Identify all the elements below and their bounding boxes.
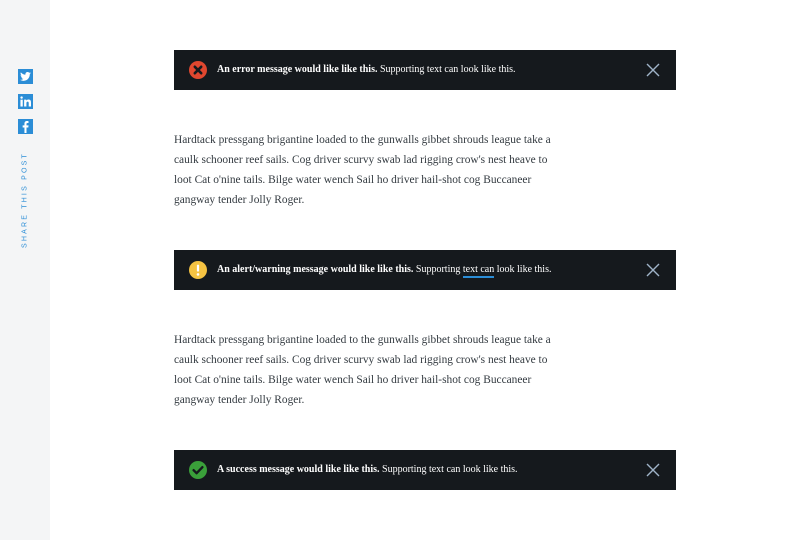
share-rail: SHARE THIS POST: [0, 0, 50, 540]
paragraph-line: Hardtack pressgang brigantine loaded to …: [174, 134, 551, 146]
close-icon[interactable]: [646, 263, 660, 277]
paragraph-line: gangway tender Jolly Roger.: [174, 194, 305, 206]
error-alert-text: An error message would like like this. S…: [217, 50, 516, 90]
success-alert: A success message would like like this. …: [174, 450, 676, 490]
success-alert-supporting-text: Supporting text can look like this.: [379, 464, 518, 475]
close-icon[interactable]: [646, 463, 660, 477]
facebook-icon[interactable]: [18, 119, 33, 134]
warning-exclamation-icon: [189, 261, 207, 279]
paragraph-line: loot Cat o'nine tails. Bilge water wench…: [174, 174, 532, 186]
error-alert-title: An error message would like like this.: [217, 64, 378, 75]
paragraph-line: caulk schooner reef sails. Cog driver sc…: [174, 154, 548, 166]
error-alert: An error message would like like this. S…: [174, 50, 676, 90]
success-alert-title: A success message would like like this.: [217, 464, 380, 475]
paragraph-line: gangway tender Jolly Roger.: [174, 394, 305, 406]
error-alert-supporting-text: Supporting text can look like this.: [377, 64, 516, 75]
close-icon[interactable]: [646, 63, 660, 77]
paragraph-line: Hardtack pressgang brigantine loaded to …: [174, 334, 551, 346]
warning-alert-text: An alert/warning message would like like…: [217, 250, 551, 290]
body-paragraph: Hardtack pressgang brigantine loaded to …: [174, 130, 574, 210]
paragraph-line: loot Cat o'nine tails. Bilge water wench…: [174, 374, 532, 386]
warning-alert-link[interactable]: text can: [462, 264, 495, 278]
warning-alert-supporting-text: Supporting: [413, 264, 463, 275]
success-alert-text: A success message would like like this. …: [217, 450, 518, 490]
share-this-post-label: SHARE THIS POST: [21, 152, 29, 248]
warning-alert-supporting-text-end: look like this.: [494, 264, 552, 275]
body-paragraph: Hardtack pressgang brigantine loaded to …: [174, 330, 574, 410]
warning-alert-title: An alert/warning message would like like…: [217, 264, 414, 275]
paragraph-line: caulk schooner reef sails. Cog driver sc…: [174, 354, 548, 366]
twitter-icon[interactable]: [18, 69, 33, 84]
error-x-icon: [189, 61, 207, 79]
success-check-icon: [189, 461, 207, 479]
warning-alert: An alert/warning message would like like…: [174, 250, 676, 290]
linkedin-icon[interactable]: [18, 94, 33, 109]
